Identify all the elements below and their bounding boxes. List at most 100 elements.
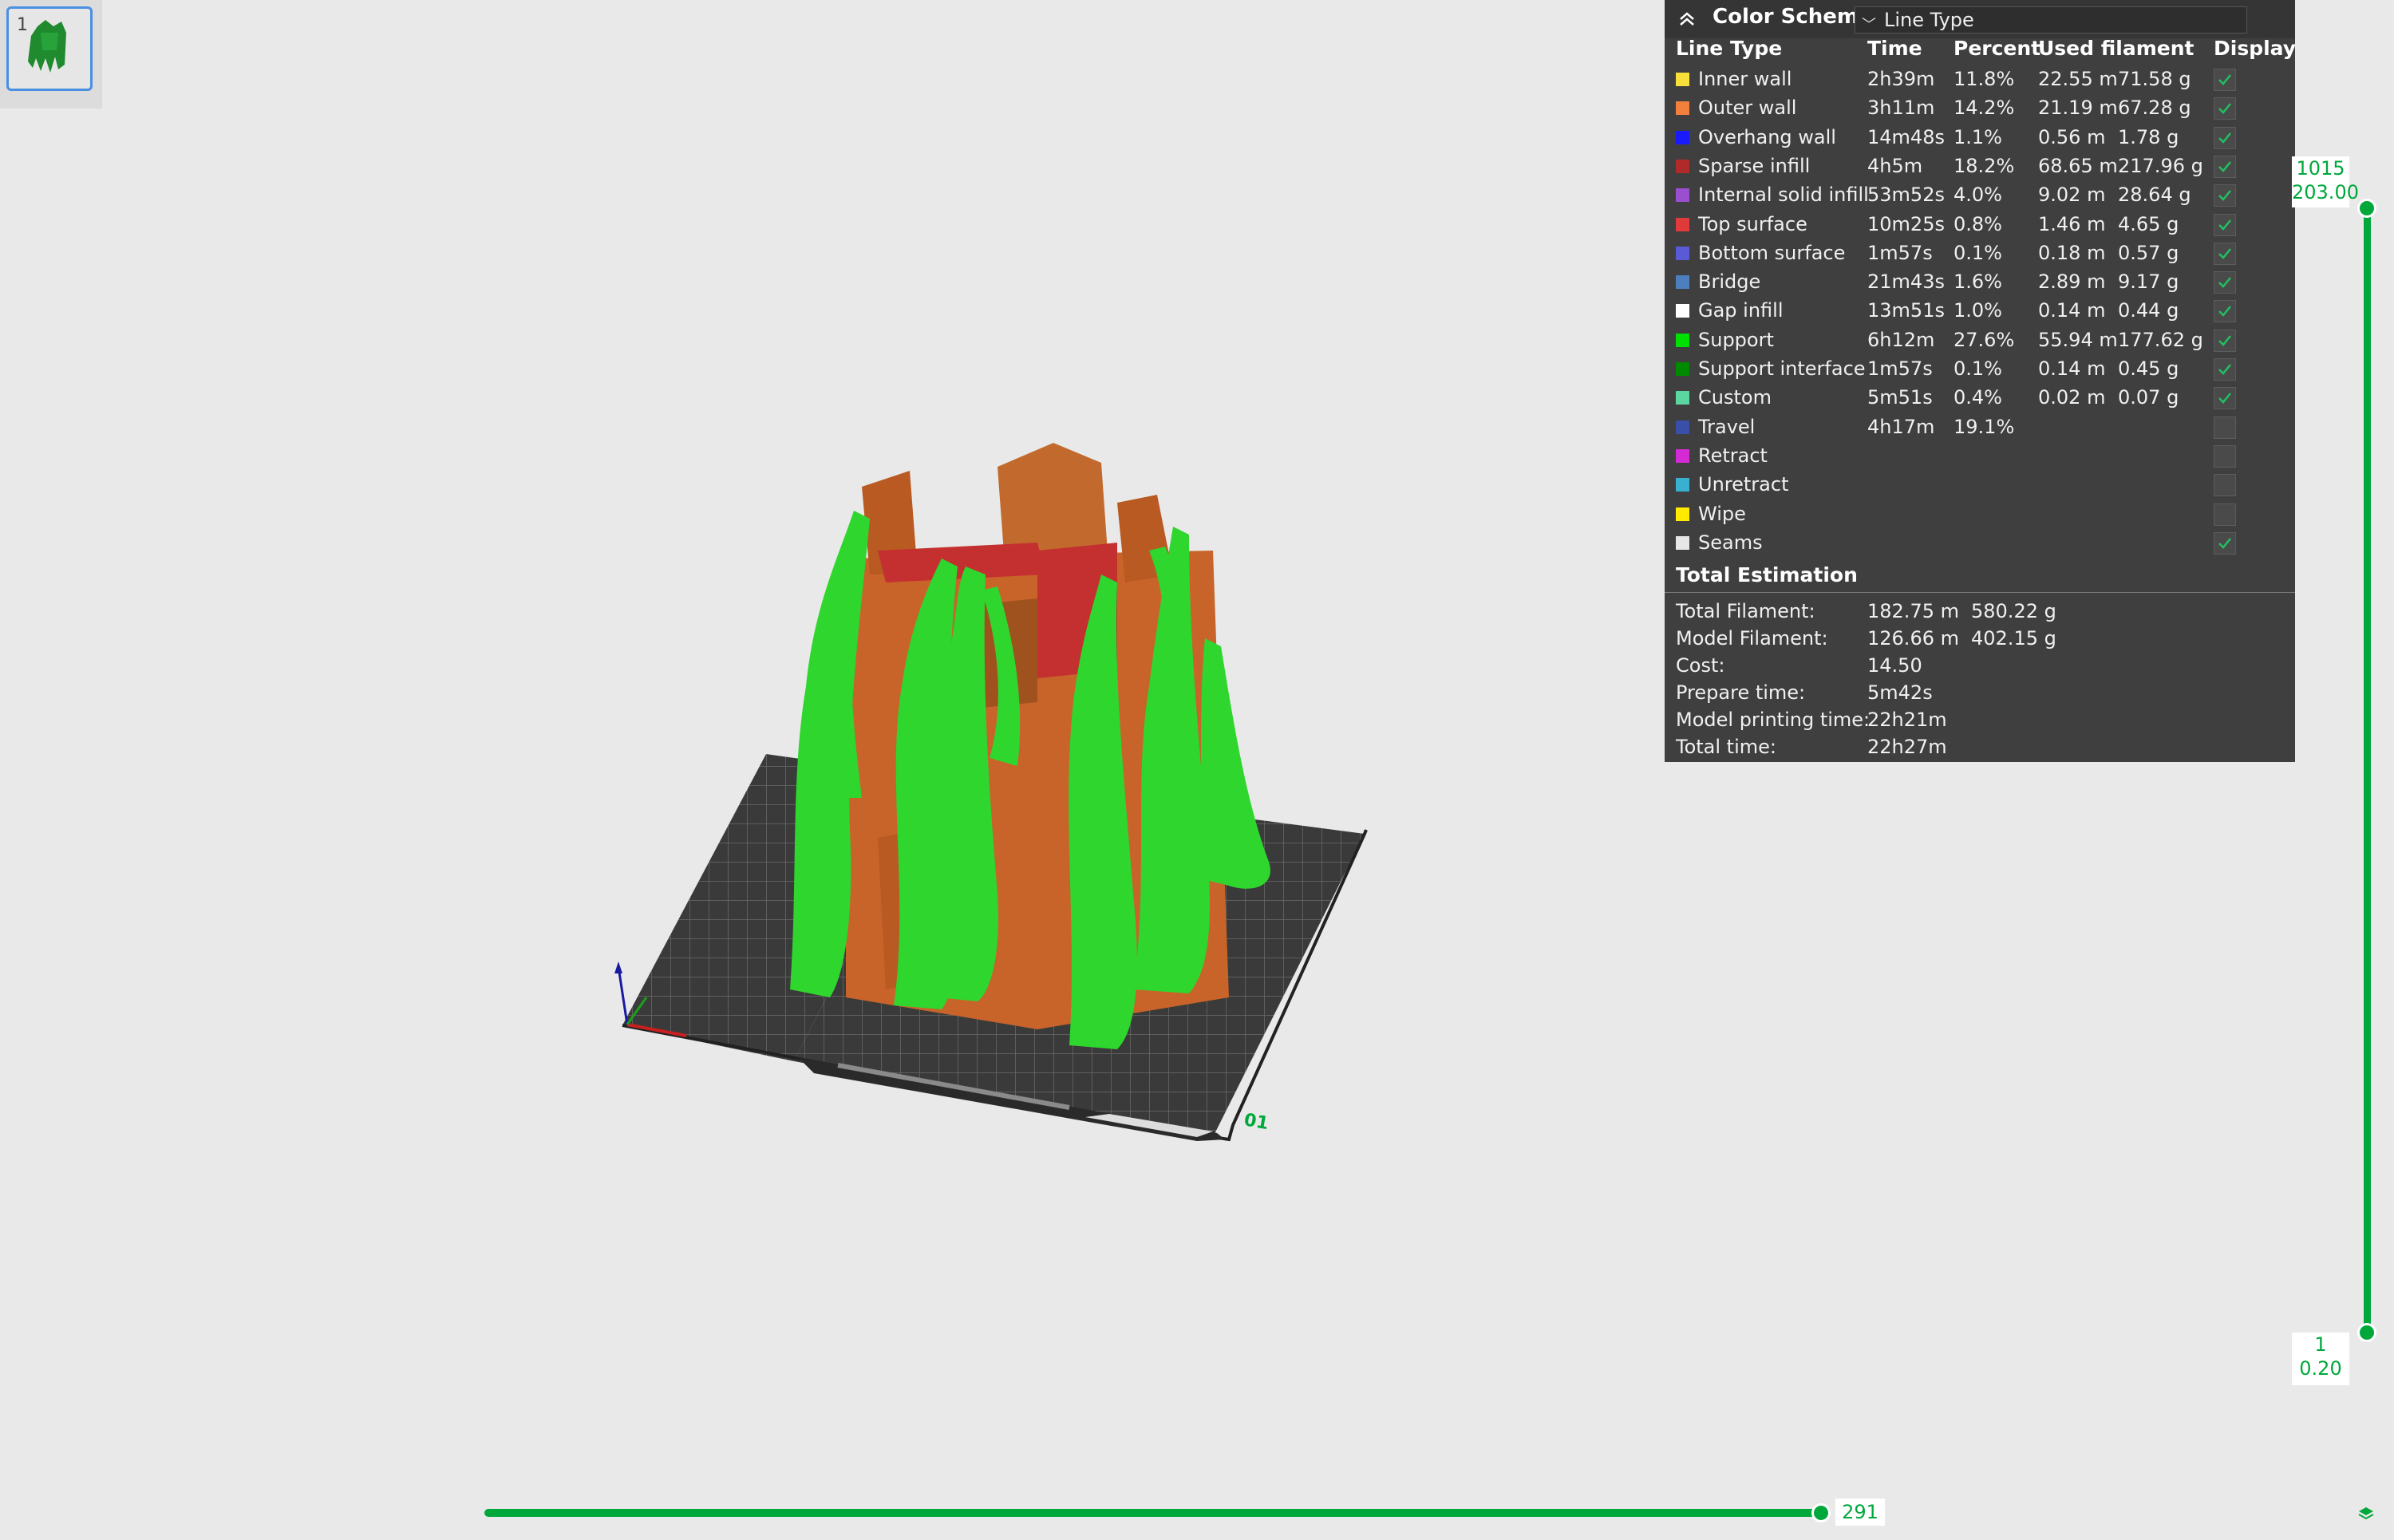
- move-slider-value: 291: [1835, 1499, 1885, 1526]
- display-checkbox[interactable]: [2214, 213, 2236, 236]
- display-checkbox[interactable]: [2214, 416, 2236, 439]
- line-type-percent: 18.2%: [1954, 154, 2015, 177]
- color-swatch: [1676, 101, 1689, 116]
- checkmark-icon: [2218, 74, 2231, 85]
- display-checkbox[interactable]: [2214, 387, 2236, 410]
- color-scheme-dropdown[interactable]: ﹀ Line Type: [1855, 6, 2247, 34]
- line-type-name: Internal solid infill: [1698, 184, 1869, 207]
- estimation-row: Cost: 14.50: [1665, 654, 2295, 681]
- line-type-weight: 9.17 g: [2118, 270, 2179, 294]
- line-type-length: 0.14 m: [2038, 299, 2106, 322]
- collapse-chevron-icon[interactable]: [1676, 8, 1698, 30]
- color-swatch: [1676, 188, 1689, 203]
- line-type-length: 68.65 m: [2038, 154, 2118, 177]
- column-header-time: Time: [1867, 37, 1922, 60]
- color-swatch: [1676, 217, 1689, 231]
- display-checkbox[interactable]: [2214, 271, 2236, 294]
- layers-icon[interactable]: [2357, 1505, 2375, 1522]
- line-type-weight: 177.62 g: [2118, 328, 2203, 351]
- display-checkbox[interactable]: [2214, 126, 2236, 149]
- estimation-label: Model printing time:: [1676, 709, 1871, 731]
- line-type-weight: 0.07 g: [2118, 386, 2179, 409]
- legend-row: Inner wall 2h39m 11.8% 22.55 m 71.58 g: [1665, 65, 2295, 94]
- line-type-weight: 67.28 g: [2118, 97, 2191, 120]
- line-type-time: 1m57s: [1867, 241, 1933, 264]
- checkmark-icon: [2218, 364, 2231, 375]
- color-swatch: [1676, 507, 1689, 521]
- line-type-name: Bridge: [1698, 270, 1761, 294]
- display-checkbox[interactable]: [2214, 69, 2236, 91]
- estimation-row: Prepare time: 5m42s: [1665, 681, 2295, 709]
- line-type-weight: 4.65 g: [2118, 212, 2179, 235]
- line-type-time: 1m57s: [1867, 357, 1933, 380]
- color-swatch: [1676, 130, 1689, 144]
- line-type-length: 9.02 m: [2038, 184, 2106, 207]
- line-type-length: 0.56 m: [2038, 125, 2106, 148]
- estimation-row: Model Filament: 126.66 m 402.15 g: [1665, 627, 2295, 654]
- display-checkbox[interactable]: [2214, 503, 2236, 526]
- bottom-layer-height: 0.20: [2299, 1357, 2342, 1380]
- line-type-weight: 1.78 g: [2118, 125, 2179, 148]
- estimation-label: Model Filament:: [1676, 627, 1828, 650]
- legend-row: Gap infill 13m51s 1.0% 0.14 m 0.44 g: [1665, 297, 2295, 326]
- legend-row: Bottom surface 1m57s 0.1% 0.18 m 0.57 g: [1665, 239, 2295, 268]
- display-checkbox[interactable]: [2214, 531, 2236, 555]
- estimation-value: 5m42s: [1867, 681, 1933, 704]
- display-checkbox[interactable]: [2214, 444, 2236, 468]
- legend-row: Custom 5m51s 0.4% 0.02 m 0.07 g: [1665, 384, 2295, 413]
- estimation-label: Cost:: [1676, 654, 1725, 677]
- line-type-time: 14m48s: [1867, 125, 1945, 148]
- estimation-label: Total time:: [1676, 736, 1776, 758]
- checkmark-icon: [2218, 132, 2231, 144]
- line-type-time: 4h17m: [1867, 415, 1935, 438]
- color-swatch: [1676, 448, 1689, 463]
- checkmark-icon: [2218, 248, 2231, 259]
- plate-number-label: 01: [1242, 1110, 1270, 1134]
- checkmark-icon: [2218, 219, 2231, 231]
- line-type-time: 4h5m: [1867, 154, 1923, 177]
- display-checkbox[interactable]: [2214, 97, 2236, 120]
- layer-slider-bottom-handle[interactable]: [2357, 1323, 2376, 1342]
- display-checkbox[interactable]: [2214, 474, 2236, 497]
- line-type-weight: 0.44 g: [2118, 299, 2179, 322]
- legend-row: Unretract: [1665, 471, 2295, 500]
- move-slider-track[interactable]: [484, 1509, 1825, 1517]
- layer-top-label: 1015 203.00: [2292, 156, 2359, 207]
- display-checkbox[interactable]: [2214, 184, 2236, 207]
- display-checkbox[interactable]: [2214, 300, 2236, 323]
- column-header-percent: Percent: [1954, 37, 2041, 60]
- line-type-percent: 27.6%: [1954, 328, 2015, 351]
- line-type-time: 53m52s: [1867, 184, 1945, 207]
- display-checkbox[interactable]: [2214, 329, 2236, 352]
- line-type-time: 6h12m: [1867, 328, 1935, 351]
- legend-row: Internal solid infill 53m52s 4.0% 9.02 m 28.…: [1665, 181, 2295, 210]
- legend-row: Outer wall 3h11m 14.2% 21.19 m 67.28 g: [1665, 94, 2295, 123]
- display-checkbox[interactable]: [2214, 155, 2236, 178]
- legend-header: Color Scheme ﹀ Line Type: [1665, 0, 2295, 38]
- checkmark-icon: [2218, 538, 2231, 549]
- 3d-viewport[interactable]: 01: [0, 0, 1516, 1197]
- estimation-label: Total Filament:: [1676, 600, 1815, 622]
- estimation-row: Total Filament: 182.75 m 580.22 g: [1665, 600, 2295, 627]
- line-type-percent: 1.0%: [1954, 299, 2002, 322]
- move-slider-handle[interactable]: [1811, 1503, 1831, 1522]
- line-type-name: Custom: [1698, 386, 1772, 409]
- legend-row: Wipe: [1665, 500, 2295, 529]
- line-type-name: Support: [1698, 328, 1774, 351]
- color-swatch: [1676, 362, 1689, 376]
- layer-slider-track[interactable]: [2364, 206, 2371, 1333]
- display-checkbox[interactable]: [2214, 242, 2236, 265]
- line-type-percent: 1.6%: [1954, 270, 2002, 294]
- line-type-name: Unretract: [1698, 473, 1789, 496]
- line-type-name: Outer wall: [1698, 97, 1797, 120]
- display-checkbox[interactable]: [2214, 358, 2236, 381]
- legend-row: Overhang wall 14m48s 1.1% 0.56 m 1.78 g: [1665, 124, 2295, 152]
- line-type-time: 2h39m: [1867, 68, 1935, 90]
- layer-slider-top-handle[interactable]: [2357, 199, 2376, 218]
- column-header-used-filament: Used filament: [2038, 37, 2194, 60]
- line-type-length: 2.89 m: [2038, 270, 2106, 294]
- line-type-name: Inner wall: [1698, 68, 1792, 90]
- legend-row: Top surface 10m25s 0.8% 1.46 m 4.65 g: [1665, 211, 2295, 239]
- estimation-value-secondary: 402.15 g: [1971, 627, 2056, 650]
- line-type-percent: 0.1%: [1954, 241, 2002, 264]
